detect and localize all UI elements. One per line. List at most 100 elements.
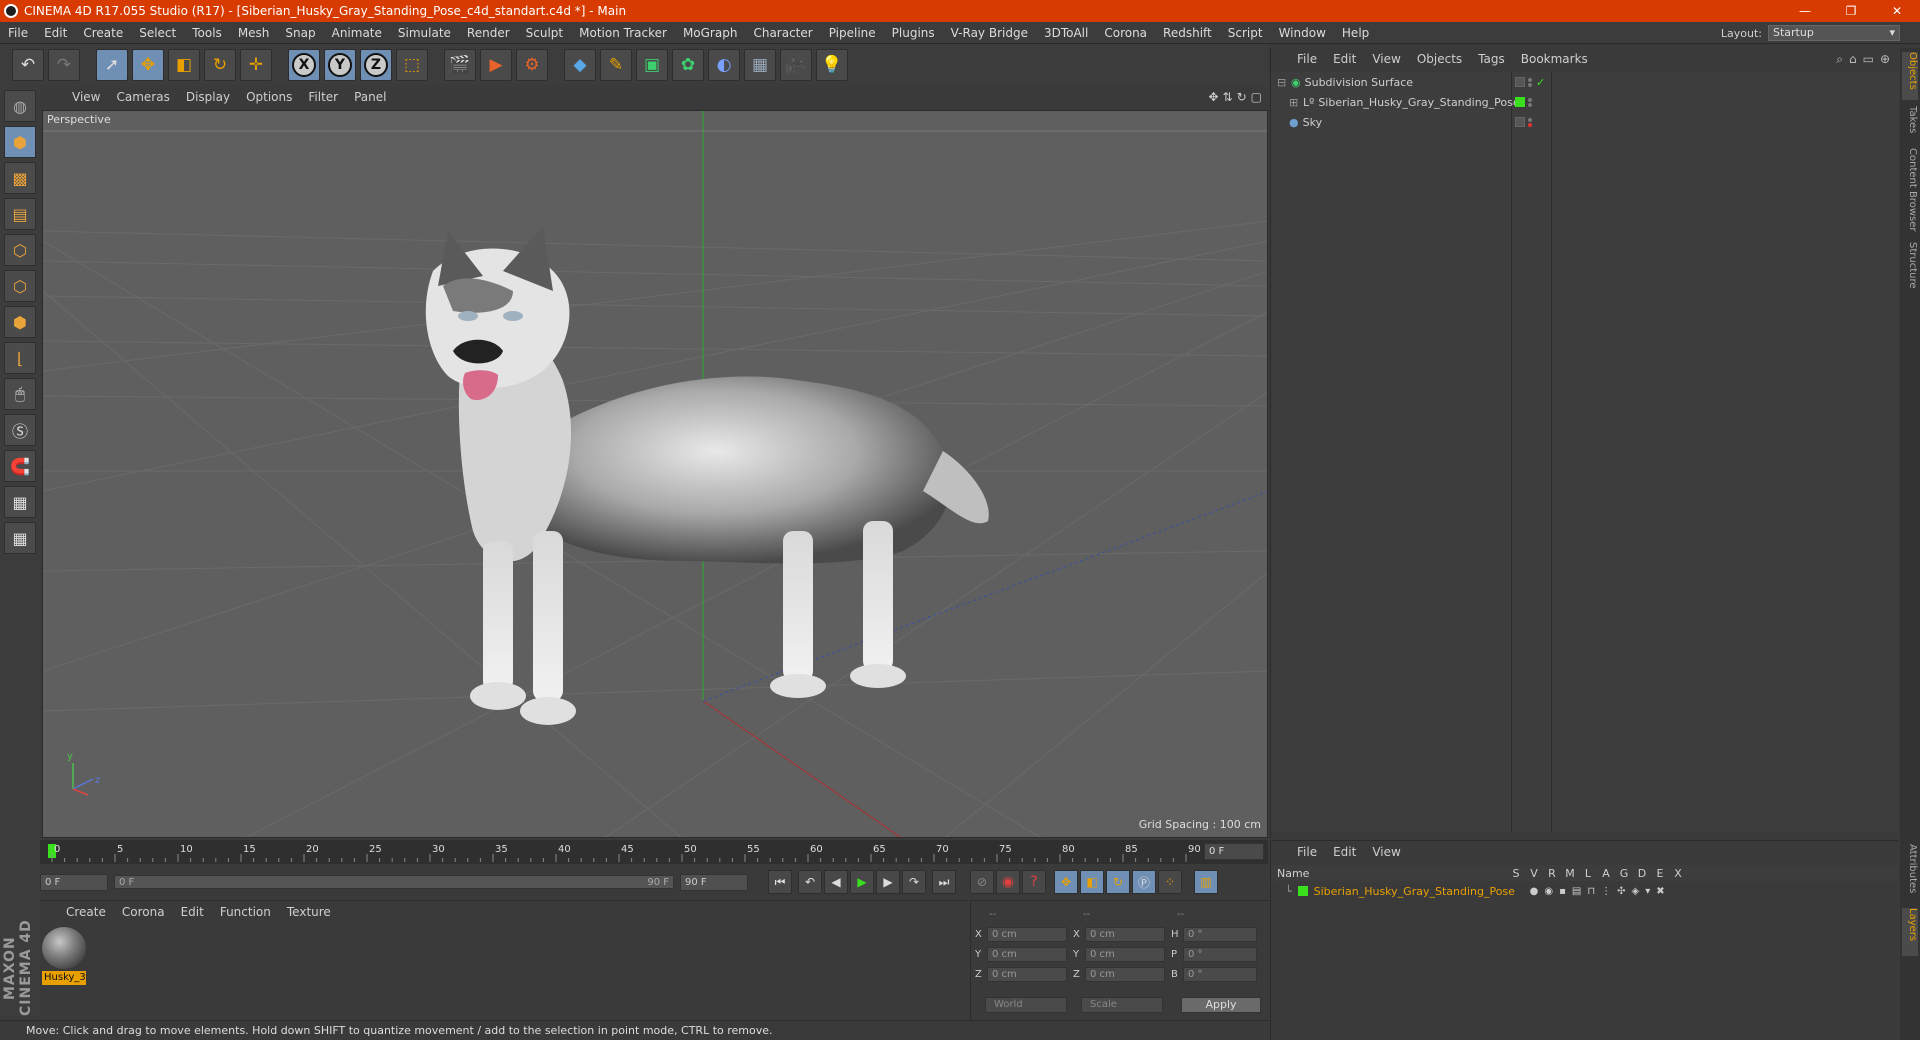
material-thumbnail[interactable] — [42, 927, 86, 969]
play-forward-icon[interactable]: ▶ — [850, 870, 874, 894]
subdivision-surface-icon[interactable]: ▣ — [636, 49, 668, 81]
expand-icon[interactable]: ⊞ — [1289, 96, 1299, 109]
dolly-view-icon[interactable]: ⇅ — [1223, 90, 1233, 104]
record-key-disabled-icon[interactable]: ⊘ — [970, 870, 994, 894]
solo-toggle-icon[interactable]: ● — [1530, 886, 1539, 897]
size-x-field[interactable]: 0 cm — [1085, 926, 1165, 942]
object-row-sky[interactable]: ● Sky — [1271, 112, 1899, 132]
x-axis-lock-button[interactable]: X — [288, 49, 320, 81]
visibility-dots[interactable] — [1528, 77, 1532, 87]
position-y-field[interactable]: 0 cm — [987, 946, 1067, 962]
layer-col-generators[interactable]: G — [1615, 867, 1633, 880]
layer-col-expressions[interactable]: E — [1651, 867, 1669, 880]
lm-menu-edit[interactable]: Edit — [1325, 845, 1364, 859]
key-position-icon[interactable]: ✥ — [1054, 870, 1078, 894]
settings-icon[interactable]: ⊕ — [1880, 52, 1890, 67]
redo-icon[interactable]: ↷ — [48, 49, 80, 81]
edges-mode-icon[interactable]: ⬡ — [4, 270, 36, 302]
material-menu-create[interactable]: Create — [58, 905, 114, 919]
timeline-ruler[interactable]: 0 5 10 15 20 25 30 35 40 45 50 55 60 65 70 75 80 85 90 0 F — [40, 840, 1268, 864]
new-window-icon[interactable]: ▭ — [1863, 52, 1874, 67]
object-name[interactable]: Siberian_Husky_Gray_Standing_Pose — [1318, 96, 1519, 109]
om-menu-objects[interactable]: Objects — [1409, 52, 1470, 66]
undo-icon[interactable]: ↶ — [12, 49, 44, 81]
edit-render-settings-icon[interactable]: ⚙ — [516, 49, 548, 81]
deformer-icon[interactable]: ◐ — [708, 49, 740, 81]
timeline-window-icon[interactable]: ▥ — [1194, 870, 1218, 894]
next-frame-icon[interactable]: ▶ — [876, 870, 900, 894]
object-row-husky[interactable]: ⊞ Lº Siberian_Husky_Gray_Standing_Pose — [1271, 92, 1899, 112]
menu-window[interactable]: Window — [1271, 26, 1334, 40]
go-to-start-icon[interactable]: ⏮ — [768, 870, 792, 894]
menu-help[interactable]: Help — [1334, 26, 1377, 40]
live-selection-icon[interactable]: ➚ — [96, 49, 128, 81]
menu-3dtoall[interactable]: 3DToAll — [1036, 26, 1096, 40]
layer-tag-icon[interactable] — [1515, 117, 1525, 127]
enabled-check-icon[interactable]: ✓ — [1536, 76, 1545, 89]
lock-toggle-icon[interactable]: ⊓ — [1587, 886, 1595, 897]
menu-redshift[interactable]: Redshift — [1155, 26, 1220, 40]
tab-layers[interactable]: Layers — [1902, 908, 1918, 956]
camera-icon[interactable]: 🎥 — [780, 49, 812, 81]
points-mode-icon[interactable]: ⬡ — [4, 234, 36, 266]
move-tool-icon[interactable]: ✥ — [132, 49, 164, 81]
3d-viewport[interactable]: y z Perspective Grid Spacing : 100 cm — [42, 110, 1268, 838]
menu-character[interactable]: Character — [745, 26, 820, 40]
coordinate-system-icon[interactable]: ⬚ — [396, 49, 428, 81]
visibility-dots[interactable] — [1528, 117, 1532, 127]
tweak-mode-icon[interactable]: 🖱 — [4, 378, 36, 410]
go-to-end-icon[interactable]: ⏭ — [932, 870, 956, 894]
toggle-view-icon[interactable]: ▢ — [1251, 90, 1262, 104]
menu-edit[interactable]: Edit — [36, 26, 75, 40]
om-menu-bookmarks[interactable]: Bookmarks — [1513, 52, 1596, 66]
home-icon[interactable]: ⌂ — [1849, 52, 1857, 67]
floor-scene-icon[interactable]: ▦ — [744, 49, 776, 81]
layer-col-view[interactable]: V — [1525, 867, 1543, 880]
expression-toggle-icon[interactable]: ▾ — [1645, 886, 1650, 897]
object-row-subdivision[interactable]: ⊟ ◉ Subdivision Surface ✓ — [1271, 72, 1899, 92]
lm-menu-view[interactable]: View — [1364, 845, 1408, 859]
tab-content-browser[interactable]: Content Browser — [1902, 148, 1918, 238]
recent-tool-icon[interactable]: ✛ — [240, 49, 272, 81]
texture-mode-icon[interactable]: ▩ — [4, 162, 36, 194]
coordinate-space-select[interactable]: World — [985, 997, 1067, 1013]
layer-col-locked[interactable]: L — [1579, 867, 1597, 880]
menu-sculpt[interactable]: Sculpt — [518, 26, 571, 40]
layer-tag-icon[interactable] — [1515, 77, 1525, 87]
scale-tool-icon[interactable]: ◧ — [168, 49, 200, 81]
snap-enable-icon[interactable]: Ⓢ — [4, 414, 36, 446]
layer-col-render[interactable]: R — [1543, 867, 1561, 880]
render-toggle-icon[interactable]: ▪ — [1559, 886, 1566, 897]
key-point-level-icon[interactable]: ⁘ — [1158, 870, 1182, 894]
rotation-h-field[interactable]: 0 ° — [1183, 926, 1257, 942]
key-rotation-icon[interactable]: ↻ — [1106, 870, 1130, 894]
tab-objects[interactable]: Objects — [1902, 52, 1918, 100]
position-x-field[interactable]: 0 cm — [987, 926, 1067, 942]
key-scale-icon[interactable]: ◧ — [1080, 870, 1104, 894]
material-menu-texture[interactable]: Texture — [279, 905, 339, 919]
polygons-mode-icon[interactable]: ⬢ — [4, 306, 36, 338]
generator-toggle-icon[interactable]: ✣ — [1617, 886, 1625, 897]
layout-dropdown[interactable]: Startup — [1768, 25, 1900, 41]
pan-view-icon[interactable]: ✥ — [1208, 90, 1218, 104]
start-frame-field[interactable]: 0 F — [40, 873, 108, 891]
restore-button[interactable]: ❐ — [1828, 0, 1874, 22]
material-menu-function[interactable]: Function — [212, 905, 279, 919]
menu-render[interactable]: Render — [459, 26, 518, 40]
viewport-menu-panel[interactable]: Panel — [346, 90, 394, 104]
position-z-field[interactable]: 0 cm — [987, 966, 1067, 982]
go-to-next-key-icon[interactable]: ↷ — [902, 870, 926, 894]
record-active-objects-icon[interactable]: ◉ — [996, 870, 1020, 894]
menu-simulate[interactable]: Simulate — [390, 26, 459, 40]
material-menu-corona[interactable]: Corona — [114, 905, 173, 919]
menu-mograph[interactable]: MoGraph — [675, 26, 746, 40]
spline-pen-icon[interactable]: ✎ — [600, 49, 632, 81]
view-toggle-icon[interactable]: ◉ — [1544, 886, 1553, 897]
object-name[interactable]: Subdivision Surface — [1305, 76, 1413, 89]
xref-toggle-icon[interactable]: ✖ — [1656, 886, 1664, 897]
search-icon[interactable]: ⌕ — [1836, 52, 1843, 67]
menu-tools[interactable]: Tools — [184, 26, 230, 40]
om-menu-view[interactable]: View — [1364, 52, 1408, 66]
om-menu-tags[interactable]: Tags — [1470, 52, 1513, 66]
previous-frame-icon[interactable]: ◀ — [824, 870, 848, 894]
